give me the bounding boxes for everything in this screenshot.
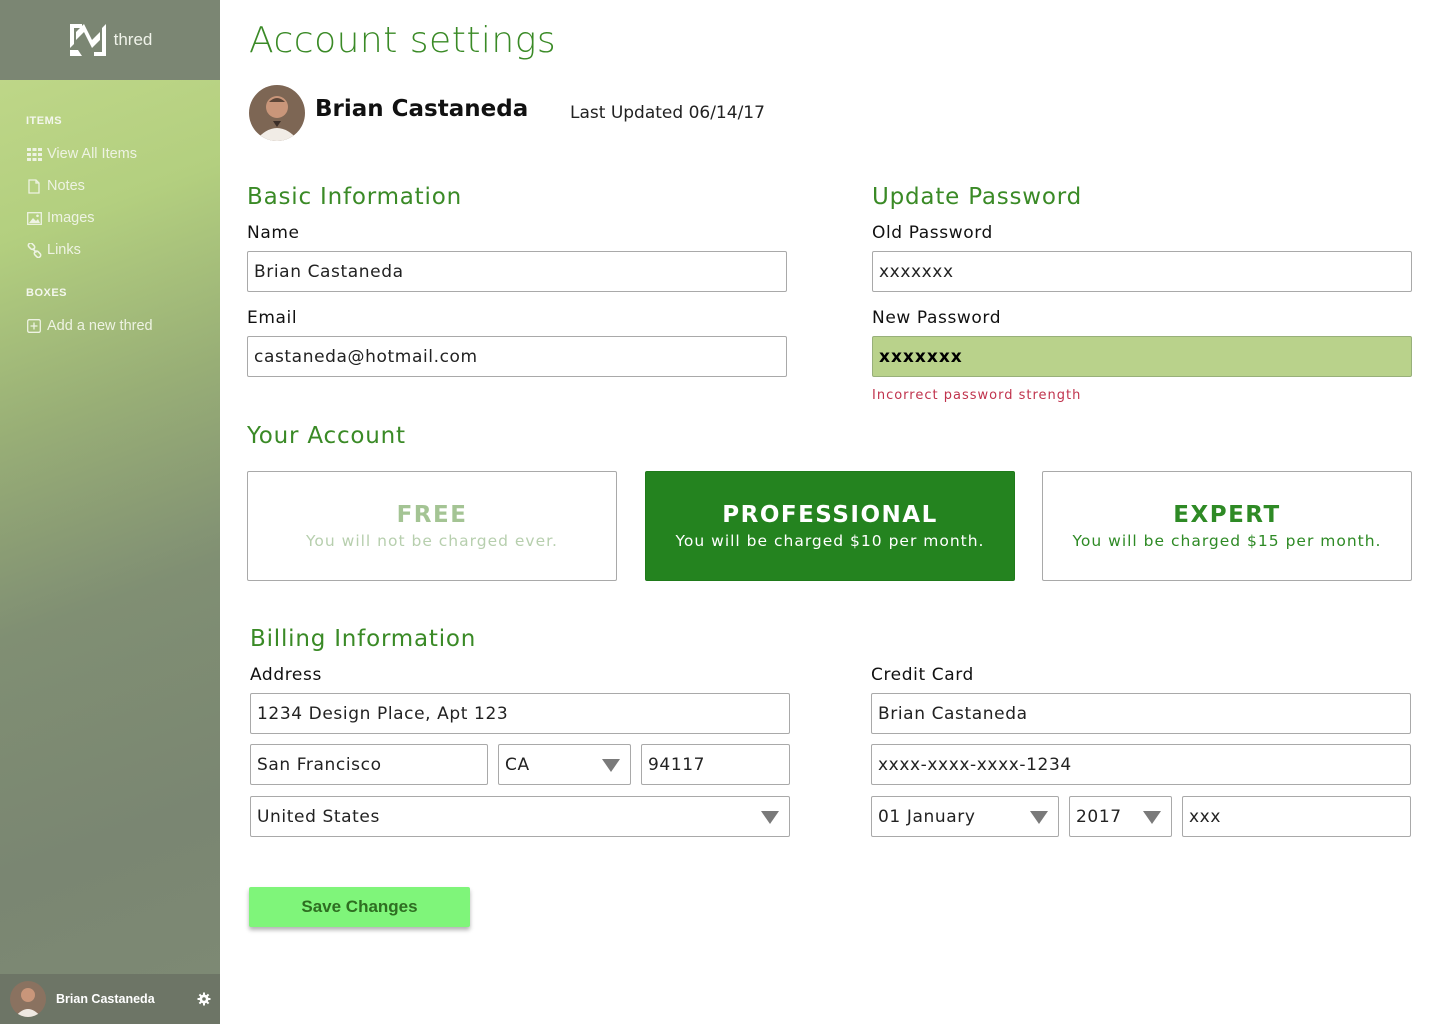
new-password-field[interactable]: xxxxxxx bbox=[872, 336, 1412, 377]
link-icon bbox=[26, 242, 42, 258]
app-name: thred bbox=[113, 30, 153, 49]
old-password-label: Old Password bbox=[872, 223, 993, 243]
new-password-label: New Password bbox=[872, 308, 1002, 328]
plan-expert-card[interactable]: EXPERT You will be charged $15 per month… bbox=[1042, 471, 1412, 581]
gear-icon[interactable] bbox=[196, 991, 212, 1007]
nav-heading-items: ITEMS bbox=[26, 115, 63, 127]
plan-name: PROFESSIONAL bbox=[722, 502, 938, 528]
expiry-month-select[interactable]: 01 January bbox=[871, 796, 1059, 837]
sidebar-item-label: View All Items bbox=[47, 146, 137, 162]
cardholder-name-field[interactable]: Brian Castaneda bbox=[871, 693, 1411, 734]
expiry-year-value: 2017 bbox=[1076, 806, 1122, 827]
country-select[interactable]: United States bbox=[250, 796, 790, 837]
chevron-down-icon bbox=[761, 811, 779, 824]
city-field[interactable]: San Francisco bbox=[250, 744, 488, 785]
password-error: Incorrect password strength bbox=[872, 388, 1082, 403]
chevron-down-icon bbox=[1143, 811, 1161, 824]
sidebar-item-images[interactable]: Images bbox=[26, 210, 95, 226]
plus-square-icon bbox=[26, 318, 42, 334]
grid-icon bbox=[26, 146, 42, 162]
state-select[interactable]: CA bbox=[498, 744, 631, 785]
plan-name: FREE bbox=[396, 502, 468, 528]
sidebar-item-label: Links bbox=[47, 242, 81, 258]
plan-description: You will be charged $10 per month. bbox=[675, 532, 985, 550]
sidebar-item-label: Add a new thred bbox=[47, 318, 153, 334]
thred-logo-icon[interactable] bbox=[68, 20, 108, 60]
plan-name: EXPERT bbox=[1173, 502, 1281, 528]
sidebar-user-name: Brian Castaneda bbox=[56, 992, 155, 1006]
avatar[interactable] bbox=[10, 981, 46, 1017]
name-field[interactable]: Brian Castaneda bbox=[247, 251, 787, 292]
sidebar-item-view-all-items[interactable]: View All Items bbox=[26, 146, 137, 162]
state-select-value: CA bbox=[505, 754, 530, 775]
image-icon bbox=[26, 210, 42, 226]
sidebar-user[interactable]: Brian Castaneda bbox=[0, 974, 220, 1024]
page-title: Account settings bbox=[249, 20, 557, 61]
basic-info-title: Basic Information bbox=[247, 184, 462, 210]
plan-free-card[interactable]: FREE You will not be charged ever. bbox=[247, 471, 617, 581]
chevron-down-icon bbox=[602, 759, 620, 772]
last-updated: Last Updated 06/14/17 bbox=[570, 103, 765, 123]
nav-heading-boxes: BOXES bbox=[26, 287, 68, 299]
your-account-title: Your Account bbox=[247, 423, 406, 449]
cvv-field[interactable]: xxx bbox=[1182, 796, 1411, 837]
name-label: Name bbox=[247, 223, 300, 243]
sidebar: thred ITEMS View All Items Notes Images … bbox=[0, 0, 220, 1024]
email-label: Email bbox=[247, 308, 298, 328]
billing-info-title: Billing Information bbox=[250, 626, 477, 652]
sidebar-item-label: Notes bbox=[47, 178, 85, 194]
zip-field[interactable]: 94117 bbox=[641, 744, 790, 785]
document-icon bbox=[26, 178, 42, 194]
card-number-field[interactable]: xxxx-xxxx-xxxx-1234 bbox=[871, 744, 1411, 785]
profile-avatar[interactable] bbox=[249, 85, 305, 141]
credit-card-label: Credit Card bbox=[871, 665, 974, 685]
country-select-value: United States bbox=[257, 806, 380, 827]
expiry-year-select[interactable]: 2017 bbox=[1069, 796, 1172, 837]
sidebar-header: thred bbox=[0, 0, 220, 80]
plan-professional-card[interactable]: PROFESSIONAL You will be charged $10 per… bbox=[645, 471, 1015, 581]
plan-description: You will be charged $15 per month. bbox=[1072, 532, 1382, 550]
email-field[interactable]: castaneda@hotmail.com bbox=[247, 336, 787, 377]
plan-description: You will not be charged ever. bbox=[306, 532, 558, 550]
old-password-field[interactable]: xxxxxxx bbox=[872, 251, 1412, 292]
sidebar-item-add-thred[interactable]: Add a new thred bbox=[26, 318, 153, 334]
profile-name: Brian Castaneda bbox=[315, 96, 529, 122]
update-password-title: Update Password bbox=[872, 184, 1083, 210]
expiry-month-value: 01 January bbox=[878, 806, 976, 827]
sidebar-item-notes[interactable]: Notes bbox=[26, 178, 85, 194]
sidebar-item-links[interactable]: Links bbox=[26, 242, 81, 258]
save-changes-button[interactable]: Save Changes bbox=[249, 887, 470, 927]
chevron-down-icon bbox=[1030, 811, 1048, 824]
sidebar-item-label: Images bbox=[47, 210, 95, 226]
address-label: Address bbox=[250, 665, 322, 685]
street-address-field[interactable]: 1234 Design Place, Apt 123 bbox=[250, 693, 790, 734]
